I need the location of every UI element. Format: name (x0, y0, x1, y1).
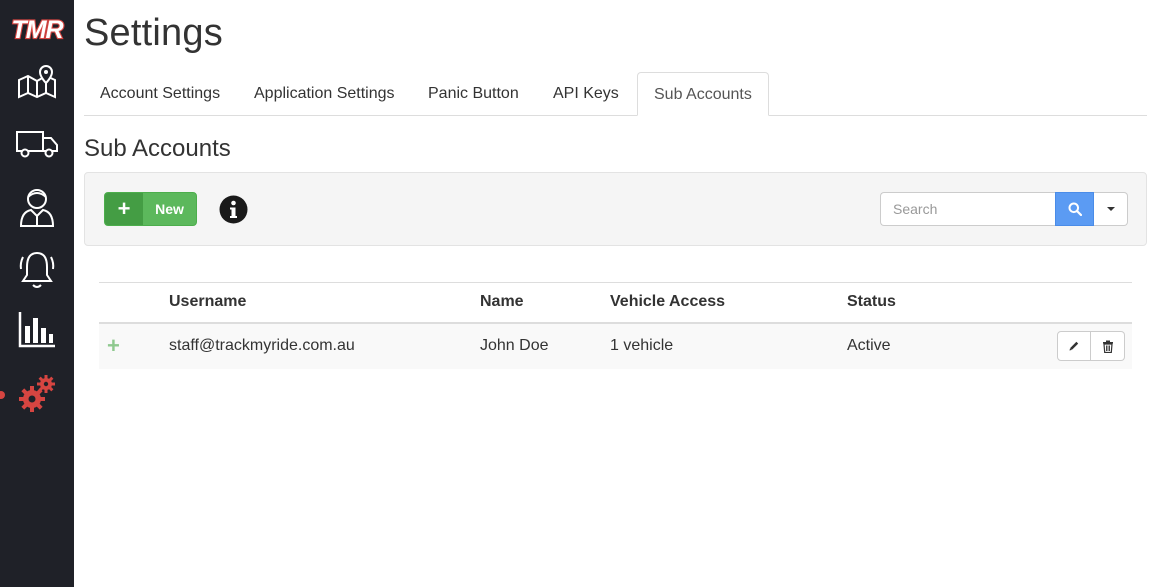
bar-chart-icon (18, 312, 55, 348)
edit-button[interactable] (1057, 331, 1091, 361)
svg-text:TMR: TMR (11, 16, 63, 44)
search-input[interactable] (880, 192, 1055, 226)
expand-row-icon[interactable]: + (99, 323, 169, 369)
new-button-label: New (155, 201, 184, 217)
sub-accounts-table: Username Name Vehicle Access Status + st… (99, 282, 1132, 369)
search-options-dropdown[interactable] (1094, 192, 1128, 226)
nav-alerts[interactable] (0, 244, 74, 296)
settings-tabs: Account Settings Application Settings Pa… (84, 72, 1147, 116)
header-actions (1047, 283, 1132, 323)
tab-application-settings[interactable]: Application Settings (238, 72, 411, 116)
nav-reports[interactable] (0, 303, 74, 355)
table-header-row: Username Name Vehicle Access Status (99, 282, 1132, 323)
pencil-icon (1069, 341, 1079, 351)
sidebar: TMR (0, 0, 74, 587)
section-title: Sub Accounts (84, 135, 231, 162)
tab-panic-button[interactable]: Panic Button (412, 72, 535, 116)
cell-vehicle-access: 1 vehicle (610, 337, 674, 354)
driver-icon (19, 189, 55, 227)
tab-account-settings[interactable]: Account Settings (84, 72, 236, 116)
gears-icon (19, 375, 55, 412)
tmr-logo[interactable]: TMR (4, 12, 70, 46)
header-name[interactable]: Name (480, 283, 610, 323)
delete-button[interactable] (1091, 331, 1125, 361)
cell-status: Active (847, 337, 891, 354)
table-row: + staff@trackmyride.com.au John Doe 1 ve… (99, 322, 1132, 369)
trash-icon (1102, 340, 1113, 353)
header-username[interactable]: Username (169, 283, 480, 323)
search-button[interactable] (1055, 192, 1094, 226)
caret-down-icon (1106, 207, 1115, 211)
header-status[interactable]: Status (847, 283, 1047, 323)
cell-actions (1047, 323, 1132, 369)
truck-icon (16, 131, 58, 158)
tab-api-keys[interactable]: API Keys (537, 72, 635, 116)
nav-map[interactable] (0, 56, 74, 108)
cell-name: John Doe (480, 337, 549, 354)
search-icon (1068, 202, 1082, 216)
nav-vehicles[interactable] (0, 118, 74, 170)
toolbar: + New (84, 172, 1147, 246)
info-icon[interactable] (219, 195, 248, 224)
cell-username: staff@trackmyride.com.au (169, 337, 355, 354)
page-title: Settings (84, 12, 223, 54)
nav-settings[interactable] (0, 367, 74, 419)
map-pin-icon (18, 64, 56, 99)
nav-drivers[interactable] (0, 181, 74, 233)
bell-icon (19, 251, 55, 288)
new-sub-account-button[interactable]: + New (104, 192, 197, 226)
row-action-group (1057, 331, 1125, 361)
tab-sub-accounts[interactable]: Sub Accounts (637, 72, 769, 116)
header-expand (99, 283, 169, 323)
header-vehicle-access[interactable]: Vehicle Access (610, 283, 847, 323)
search-group (880, 192, 1128, 226)
plus-icon: + (105, 193, 143, 225)
